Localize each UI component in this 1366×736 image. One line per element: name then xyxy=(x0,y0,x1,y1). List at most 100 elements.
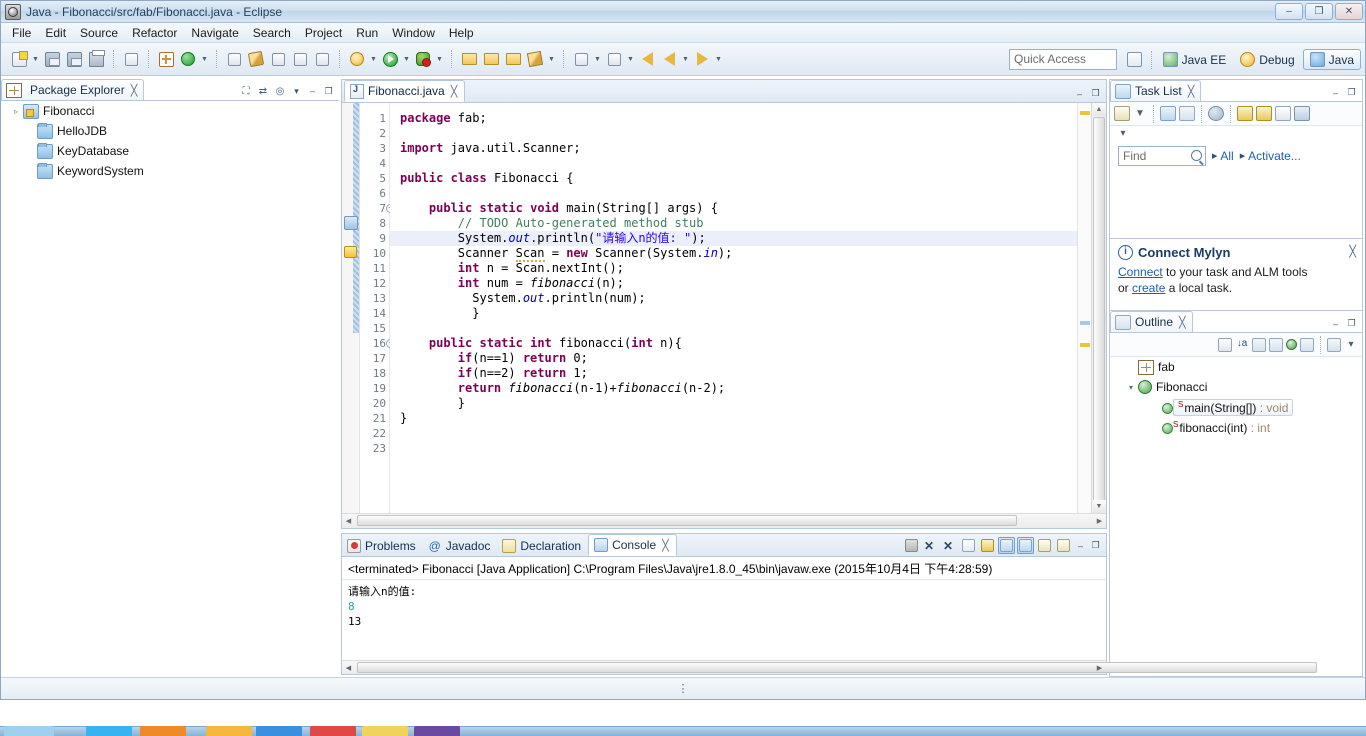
code-line[interactable] xyxy=(400,156,1077,171)
occurrence-overview-marker[interactable] xyxy=(1080,321,1090,325)
perspective-java-ee[interactable]: Java EE xyxy=(1157,50,1233,69)
console-hscroll-thumb[interactable] xyxy=(357,662,1317,673)
back-button[interactable] xyxy=(658,48,680,70)
view-menu-icon[interactable]: ▾ xyxy=(1344,338,1358,352)
pin-console-button[interactable] xyxy=(998,537,1015,554)
synchronize-changed-icon[interactable] xyxy=(1208,106,1224,121)
previous-annotation-dropdown[interactable]: ▼ xyxy=(625,48,636,70)
new-task-button[interactable] xyxy=(480,48,502,70)
view-menu-icon[interactable] xyxy=(1294,106,1310,121)
clear-console-button[interactable] xyxy=(960,537,977,554)
scroll-thumb[interactable] xyxy=(1093,117,1105,515)
code-line[interactable]: if(n==2) return 1; xyxy=(400,366,1077,381)
package-explorer-tree[interactable]: ▹ Fibonacci HelloJDB KeyDatabase KeywordSyst… xyxy=(1,101,339,677)
todo-task-marker[interactable] xyxy=(344,216,358,230)
outline-tree[interactable]: fab ▾ Fibonacci Smain(String[]) : void Sfibo… xyxy=(1110,357,1362,676)
restore-button[interactable]: ❐ xyxy=(1305,3,1333,20)
code-line[interactable]: Scanner Scan = new Scanner(System.in); xyxy=(400,246,1077,262)
code-line[interactable]: int num = fibonacci(n); xyxy=(400,276,1077,291)
code-line[interactable] xyxy=(400,441,1077,456)
minimize-editor-button[interactable]: – xyxy=(1073,87,1086,100)
minimize-button[interactable]: – xyxy=(1275,3,1303,20)
tree-item-hellojdb[interactable]: HelloJDB xyxy=(1,121,339,141)
last-edit-location-button[interactable] xyxy=(636,48,658,70)
close-icon[interactable]: ╳ xyxy=(451,85,458,98)
tab-declaration[interactable]: Declaration xyxy=(497,535,588,556)
scroll-left-arrow-icon[interactable]: ◀ xyxy=(342,515,355,528)
quick-access-input[interactable]: Quick Access xyxy=(1009,49,1117,70)
code-line[interactable]: public static int fibonacci(int n){ xyxy=(400,336,1077,351)
code-line[interactable] xyxy=(400,321,1077,336)
tab-console[interactable]: Console ╳ xyxy=(588,534,677,556)
taskbar-item-3[interactable] xyxy=(206,726,252,736)
mylyn-connect-link[interactable]: Connect xyxy=(1118,265,1163,279)
collapse-all-icon[interactable]: ⛶ xyxy=(239,84,253,98)
maximize-view-button[interactable]: ❐ xyxy=(1089,539,1102,552)
run-dropdown[interactable]: ▼ xyxy=(401,48,412,70)
view-menu-filter-icon[interactable]: ◎ xyxy=(273,84,287,98)
console-output[interactable]: 请输入n的值: 8 13 xyxy=(342,580,1106,660)
task-list-view-menu-icon[interactable]: ▾ xyxy=(1116,126,1130,140)
mylyn-create-link[interactable]: create xyxy=(1132,281,1165,295)
edit-task-button[interactable] xyxy=(502,48,524,70)
save-button[interactable] xyxy=(41,48,63,70)
save-all-button[interactable] xyxy=(63,48,85,70)
run-button[interactable] xyxy=(379,48,401,70)
remove-all-terminated-button[interactable]: ✕ xyxy=(941,537,958,554)
editor-gutter[interactable] xyxy=(342,103,360,513)
scroll-lock-button[interactable] xyxy=(979,537,996,554)
forward-button[interactable] xyxy=(691,48,713,70)
warning-marker[interactable] xyxy=(344,246,357,258)
minimize-view-button[interactable]: – xyxy=(1329,317,1342,330)
minimize-view-button[interactable]: – xyxy=(1074,539,1087,552)
mark-occurrences-button[interactable] xyxy=(120,48,142,70)
close-icon[interactable]: ╳ xyxy=(1188,85,1195,98)
tab-outline[interactable]: Outline ╳ xyxy=(1110,311,1193,332)
taskbar-item-2[interactable] xyxy=(140,726,186,736)
perspective-java[interactable]: Java xyxy=(1302,49,1361,70)
display-selected-console-button[interactable] xyxy=(1017,537,1034,554)
close-icon[interactable]: ╳ xyxy=(1179,316,1186,329)
outline-item[interactable]: Smain(String[]) : void xyxy=(1110,397,1362,417)
code-editor-text[interactable]: package fab; import java.util.Scanner; p… xyxy=(390,103,1077,513)
previous-annotation-button[interactable] xyxy=(603,48,625,70)
hide-fields-icon[interactable] xyxy=(1252,337,1266,352)
view-menu-icon[interactable]: ▾ xyxy=(290,85,303,98)
remove-launch-button[interactable]: ✕ xyxy=(922,537,939,554)
toggle-ruler-button[interactable] xyxy=(311,48,333,70)
open-type-button[interactable] xyxy=(223,48,245,70)
code-line[interactable]: public static void main(String[] args) { xyxy=(400,201,1077,216)
chevron-down-icon[interactable]: ▾ xyxy=(1124,383,1138,392)
new-class-dropdown[interactable]: ▼ xyxy=(199,48,210,70)
debug-button[interactable] xyxy=(346,48,368,70)
code-line[interactable]: return fibonacci(n-1)+fibonacci(n-2); xyxy=(400,381,1077,396)
tab-javadoc[interactable]: @ Javadoc xyxy=(423,535,498,556)
code-line[interactable] xyxy=(400,126,1077,141)
taskbar-item-6[interactable] xyxy=(362,726,408,736)
code-line[interactable] xyxy=(400,186,1077,201)
menu-item-run[interactable]: Run xyxy=(349,24,385,42)
outline-item[interactable]: fab xyxy=(1110,357,1362,377)
overview-ruler[interactable] xyxy=(1077,103,1091,513)
code-line[interactable]: // TODO Auto-generated method stub xyxy=(400,216,1077,231)
tree-item-keywordsystem[interactable]: KeywordSystem xyxy=(1,161,339,181)
code-line[interactable]: } xyxy=(400,411,1077,426)
tab-problems[interactable]: Problems xyxy=(342,535,423,556)
new-wizard-dropdown[interactable]: ▼ xyxy=(30,48,41,70)
code-line[interactable]: if(n==1) return 0; xyxy=(400,351,1077,366)
restore-tasks-icon[interactable] xyxy=(1256,106,1272,121)
menu-item-search[interactable]: Search xyxy=(246,24,298,42)
link-with-editor-icon[interactable]: ⇄ xyxy=(256,84,270,98)
task-dropdown[interactable]: ▼ xyxy=(546,48,557,70)
activate-task-button[interactable] xyxy=(524,48,546,70)
code-line[interactable]: public class Fibonacci { xyxy=(400,171,1077,186)
maximize-view-button[interactable]: ❐ xyxy=(1345,86,1358,99)
code-line[interactable]: System.out.println("请输入n的值: "); xyxy=(400,231,1077,246)
menu-item-file[interactable]: File xyxy=(5,24,38,42)
open-perspective-button[interactable] xyxy=(1124,49,1146,71)
warning-overview-marker-2[interactable] xyxy=(1080,343,1090,347)
code-line[interactable]: System.out.println(num); xyxy=(400,291,1077,306)
open-console-button[interactable] xyxy=(1036,537,1053,554)
new-package-button[interactable] xyxy=(155,48,177,70)
tab-package-explorer[interactable]: Package Explorer ╳ xyxy=(1,79,145,100)
